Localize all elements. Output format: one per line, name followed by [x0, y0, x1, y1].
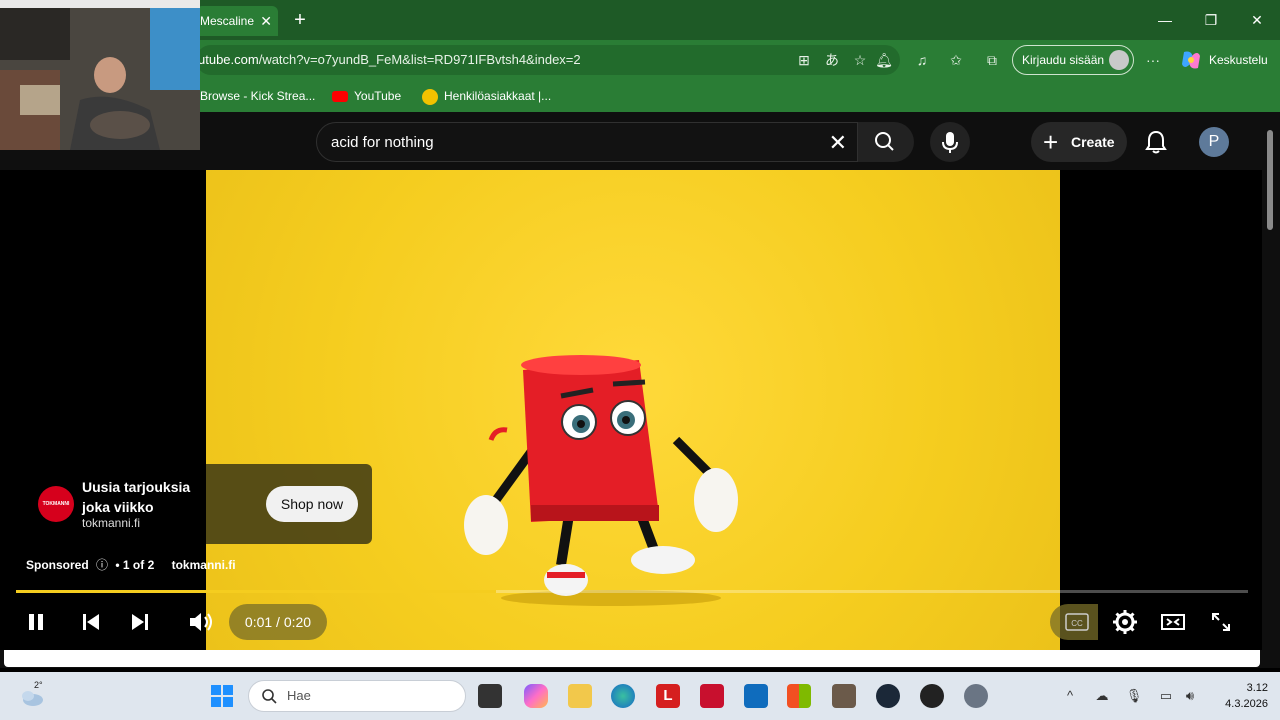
microsoft-store-icon[interactable]	[787, 684, 811, 708]
copilot-icon[interactable]	[1180, 50, 1202, 70]
scrollbar[interactable]	[1262, 112, 1280, 668]
bookmark-label: YouTube	[354, 89, 402, 103]
windows-start-icon[interactable]	[210, 684, 234, 708]
settings-gear-icon[interactable]	[1109, 606, 1141, 638]
bookmark-label: Browse - Kick Strea...	[200, 89, 316, 103]
page-content-edge	[4, 650, 1260, 667]
bookmark-youtube[interactable]: YouTube	[332, 86, 401, 106]
bookmark-henkiloasiakkaat[interactable]: Henkilöasiakkaat |...	[422, 86, 551, 106]
previous-icon[interactable]	[75, 606, 107, 638]
notifications-bell-icon[interactable]	[1142, 128, 1170, 156]
url-host: utube.com	[198, 52, 259, 67]
restore-button[interactable]: ❐	[1196, 8, 1226, 32]
search-button[interactable]	[858, 122, 914, 162]
obs-icon[interactable]	[920, 684, 944, 708]
captions-icon: CC	[1065, 613, 1089, 631]
clock-date: 4.3.2026	[1225, 698, 1268, 710]
sponsored-row: Sponsored ⓘ • 1 of 2 tokmanni.fi	[26, 556, 240, 573]
fullscreen-icon[interactable]	[1205, 606, 1237, 638]
sponsored-label: Sponsored	[26, 558, 89, 572]
search-icon	[875, 132, 894, 151]
lidl-app-icon[interactable]: L	[656, 684, 680, 708]
speaker-icon[interactable]: 🔊︎	[1180, 686, 1200, 706]
account-avatar[interactable]: P	[1199, 127, 1229, 157]
copilot-label[interactable]: Keskustelu	[1209, 50, 1268, 70]
game-app-icon[interactable]	[832, 684, 856, 708]
search-query: acid for nothing	[331, 134, 434, 151]
signin-label: Kirjaudu sisään	[1022, 53, 1105, 67]
ad-count: • 1 of 2	[115, 558, 155, 572]
tab-title: Mescaline	[200, 14, 255, 28]
signin-button[interactable]: Kirjaudu sisään	[1012, 45, 1134, 75]
ad-domain-link[interactable]: tokmanni.fi	[172, 558, 236, 572]
bookmark-label: Henkilöasiakkaat |...	[444, 89, 552, 103]
copilot-app-icon[interactable]	[524, 684, 548, 708]
favorite-star-icon[interactable]: ☆	[850, 50, 870, 70]
video-frame[interactable]	[206, 170, 1060, 650]
browser-tab[interactable]: Mescaline ✕	[196, 6, 278, 36]
page-below-player	[0, 650, 1262, 668]
red-cup-mascot-image	[464, 355, 738, 606]
svg-text:CC: CC	[1071, 619, 1083, 628]
new-tab-button[interactable]: +	[288, 8, 312, 32]
windows-taskbar: 2° Hae L ^ ☁ 🎙︎ ▭ 🔊︎ 3.12 4.3.2026	[0, 672, 1280, 720]
theater-mode-icon[interactable]	[1157, 606, 1189, 638]
video-player[interactable]: TOKMANNI Uusia tarjouksia joka viikko to…	[0, 170, 1262, 650]
bank-logo-icon	[422, 88, 438, 105]
file-explorer-icon[interactable]	[568, 684, 592, 708]
ad-domain: tokmanni.fi	[82, 516, 141, 530]
time-display: 0:01 / 0:20	[229, 604, 327, 640]
progress-fill	[16, 590, 497, 593]
collections-icon[interactable]: ⧉	[982, 50, 1002, 70]
profile-avatar-icon	[1109, 50, 1129, 70]
cloud-status-icon[interactable]: ☁	[1092, 686, 1112, 706]
microphone-icon	[942, 132, 958, 153]
plus-icon: +	[1043, 127, 1059, 157]
taskbar-search[interactable]: Hae	[248, 680, 466, 712]
mic-tray-icon[interactable]: 🎙︎	[1124, 686, 1144, 706]
volume-icon[interactable]	[184, 606, 216, 638]
outlook-icon[interactable]	[744, 684, 768, 708]
clear-search-icon[interactable]: ✕	[829, 123, 847, 163]
search-input[interactable]: acid for nothing ✕	[316, 122, 858, 162]
minimize-button[interactable]: —	[1150, 8, 1180, 32]
voice-search-button[interactable]	[930, 122, 970, 162]
next-icon[interactable]	[124, 606, 156, 638]
weather-temperature: 2°	[34, 680, 43, 690]
task-view-icon[interactable]	[478, 684, 502, 708]
taskbar-search-placeholder: Hae	[287, 688, 311, 703]
advertiser-logo[interactable]: TOKMANNI	[38, 486, 74, 522]
mcafee-icon[interactable]	[700, 684, 724, 708]
tab-close-icon[interactable]: ✕	[260, 6, 272, 36]
webcam-overlay	[0, 0, 200, 150]
settings-icon[interactable]	[964, 684, 988, 708]
edge-browser-icon[interactable]	[611, 684, 635, 708]
bookmark-kick[interactable]: Browse - Kick Strea...	[200, 86, 315, 106]
notification-bell-icon[interactable]: 🔔︎	[874, 50, 894, 70]
apps-icon[interactable]: ⊞	[794, 50, 814, 70]
progress-bar[interactable]	[16, 590, 1248, 593]
media-control-icon[interactable]: ♫	[912, 50, 932, 70]
ad-title[interactable]: Uusia tarjouksia joka viikko	[82, 477, 222, 517]
tray-overflow-icon[interactable]: ^	[1060, 686, 1080, 706]
more-menu-icon[interactable]: ···	[1143, 50, 1163, 70]
url-path: /watch?v=o7yundB_FeM&list=RD971IFBvtsh4&…	[258, 52, 581, 67]
scrollbar-thumb[interactable]	[1267, 130, 1273, 230]
clock-time: 3.12	[1246, 682, 1268, 694]
shop-now-button[interactable]: Shop now	[266, 486, 358, 522]
favorites-icon[interactable]: ✩	[946, 50, 966, 70]
info-icon[interactable]: ⓘ	[96, 558, 108, 572]
network-icon[interactable]: ▭	[1156, 686, 1176, 706]
close-window-button[interactable]: ✕	[1242, 8, 1272, 32]
pause-icon[interactable]	[20, 606, 52, 638]
steam-icon[interactable]	[876, 684, 900, 708]
system-clock[interactable]: 3.12 4.3.2026	[1212, 680, 1268, 712]
webcam-streamer-image	[0, 0, 200, 150]
create-button[interactable]: + Create	[1031, 122, 1127, 162]
youtube-logo-icon	[332, 91, 348, 103]
create-label: Create	[1071, 134, 1115, 150]
captions-button[interactable]: CC	[1050, 604, 1098, 640]
search-icon	[262, 689, 277, 704]
translate-icon[interactable]: あ	[822, 50, 842, 70]
